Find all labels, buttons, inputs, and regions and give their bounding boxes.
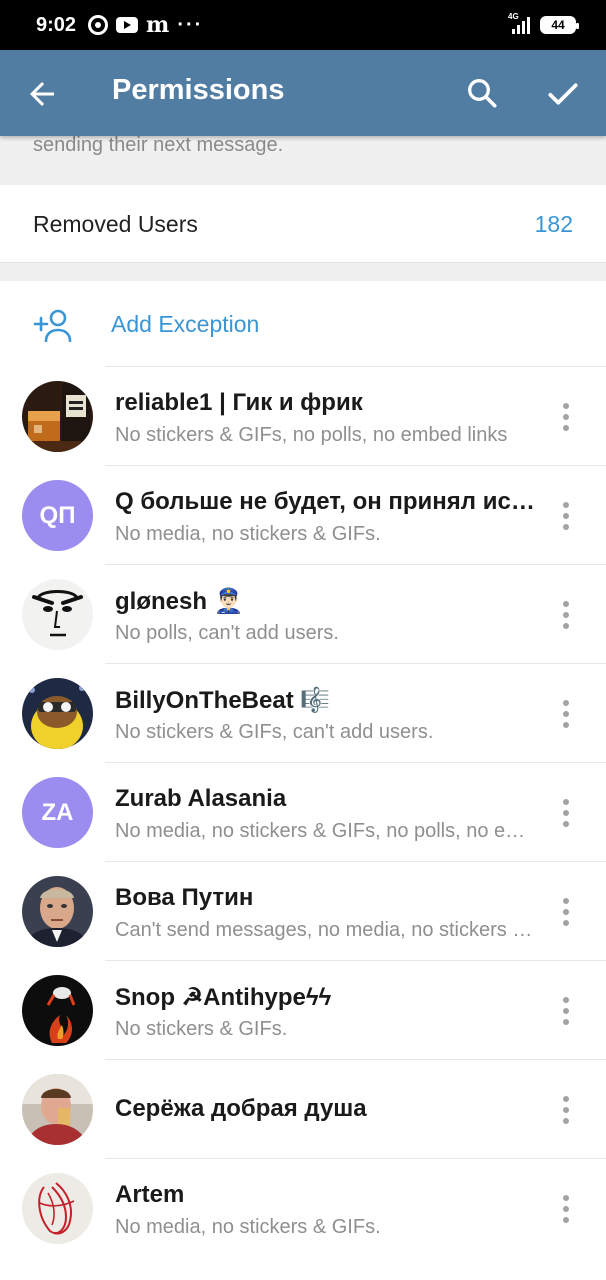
avatar-initials: QП	[39, 501, 76, 529]
user-name: Zurab Alasania	[115, 785, 287, 812]
user-restrictions: No stickers & GIFs, can't add users.	[115, 721, 434, 743]
user-restrictions: Can't send messages, no media, no sticke…	[115, 919, 533, 941]
list-item[interactable]: ZA Zurab Alasania No media, no stickers …	[0, 763, 606, 862]
status-time: 9:02	[36, 13, 77, 36]
content: sending their next message. Removed User…	[0, 136, 606, 1280]
user-restrictions: No media, no stickers & GIFs, no polls, …	[115, 820, 533, 842]
user-restrictions: No media, no stickers & GIFs.	[115, 523, 381, 545]
more-options-icon[interactable]	[556, 898, 576, 926]
list-item[interactable]: Серёжа добрая душа	[0, 1060, 606, 1159]
status-right: 4G 44	[508, 12, 579, 34]
add-exception-button[interactable]: Add Exception	[0, 281, 606, 367]
app-bar: Permissions	[0, 50, 606, 136]
avatar: ZA	[22, 777, 93, 848]
list-item[interactable]: Вова Путин Can't send messages, no media…	[0, 862, 606, 961]
user-name: Серёжа добрая душа	[115, 1095, 367, 1122]
add-user-icon	[33, 309, 72, 342]
avatar	[22, 579, 93, 650]
youtube-icon	[116, 17, 139, 33]
more-options-icon[interactable]	[556, 1195, 576, 1223]
more-options-icon[interactable]	[556, 403, 576, 431]
user-name: glønesh 👮🏻‍♂️	[115, 588, 244, 615]
user-name: Snop ☭Antihypeϟϟ	[115, 984, 332, 1011]
user-name: Artem	[115, 1181, 185, 1208]
list-item[interactable]: QП Q больше не будет, он принял ислам No…	[0, 466, 606, 565]
info-section: sending their next message.	[0, 136, 606, 184]
checkmark-icon[interactable]	[544, 75, 582, 113]
avatar	[22, 975, 93, 1046]
list-item[interactable]: BillyOnTheBeat 🎼 No stickers & GIFs, can…	[0, 664, 606, 763]
user-restrictions: No stickers & GIFs.	[115, 1018, 288, 1040]
status-bar: 9:02 m ··· 4G 44	[0, 0, 606, 50]
signal-icon: 4G	[508, 12, 530, 34]
avatar	[22, 1074, 93, 1145]
removed-users-label: Removed Users	[33, 211, 198, 237]
removed-users-row[interactable]: Removed Users 182	[0, 185, 606, 263]
removed-users-count: 182	[534, 211, 573, 237]
list-item[interactable]: Snop ☭Antihypeϟϟ No stickers & GIFs.	[0, 961, 606, 1060]
user-restrictions: No polls, can't add users.	[115, 622, 339, 644]
user-name: reliable1 | Гик и фрик	[115, 389, 363, 416]
user-restrictions: No media, no stickers & GIFs.	[115, 1216, 381, 1238]
avatar	[22, 1173, 93, 1244]
user-name: BillyOnTheBeat 🎼	[115, 687, 331, 714]
list-item[interactable]: Artem No media, no stickers & GIFs.	[0, 1159, 606, 1258]
page-title: Permissions	[112, 74, 285, 106]
more-options-icon[interactable]	[556, 799, 576, 827]
avatar-initials: ZA	[41, 798, 74, 826]
user-restrictions: No stickers & GIFs, no polls, no embed l…	[115, 424, 508, 446]
user-name: Вова Путин	[115, 884, 254, 911]
more-options-icon[interactable]	[556, 601, 576, 629]
avatar: QП	[22, 480, 93, 551]
network-type: 4G	[508, 12, 519, 21]
avatar	[22, 381, 93, 452]
battery-level: 44	[551, 18, 565, 32]
list-item[interactable]: glønesh 👮🏻‍♂️ No polls, can't add users.	[0, 565, 606, 664]
info-text: sending their next message.	[33, 136, 284, 156]
add-exception-label: Add Exception	[111, 311, 260, 337]
record-icon	[88, 15, 109, 35]
more-options-icon[interactable]	[556, 502, 576, 530]
battery-icon: 44	[540, 16, 579, 34]
search-icon[interactable]	[464, 75, 500, 111]
user-name: Q больше не будет, он принял ислам	[115, 488, 535, 515]
more-options-icon[interactable]	[556, 700, 576, 728]
more-notifications-icon: ···	[177, 13, 204, 36]
status-notification-icons: m ···	[88, 14, 203, 37]
list-item[interactable]: reliable1 | Гик и фрик No stickers & GIF…	[0, 367, 606, 466]
exceptions-list: Add Exception reliable1 | Гик и фрик No …	[0, 281, 606, 1280]
m-app-icon: m	[146, 12, 170, 38]
more-options-icon[interactable]	[556, 997, 576, 1025]
more-options-icon[interactable]	[556, 1096, 576, 1124]
avatar	[22, 678, 93, 749]
back-arrow-icon[interactable]	[24, 76, 60, 112]
avatar	[22, 876, 93, 947]
